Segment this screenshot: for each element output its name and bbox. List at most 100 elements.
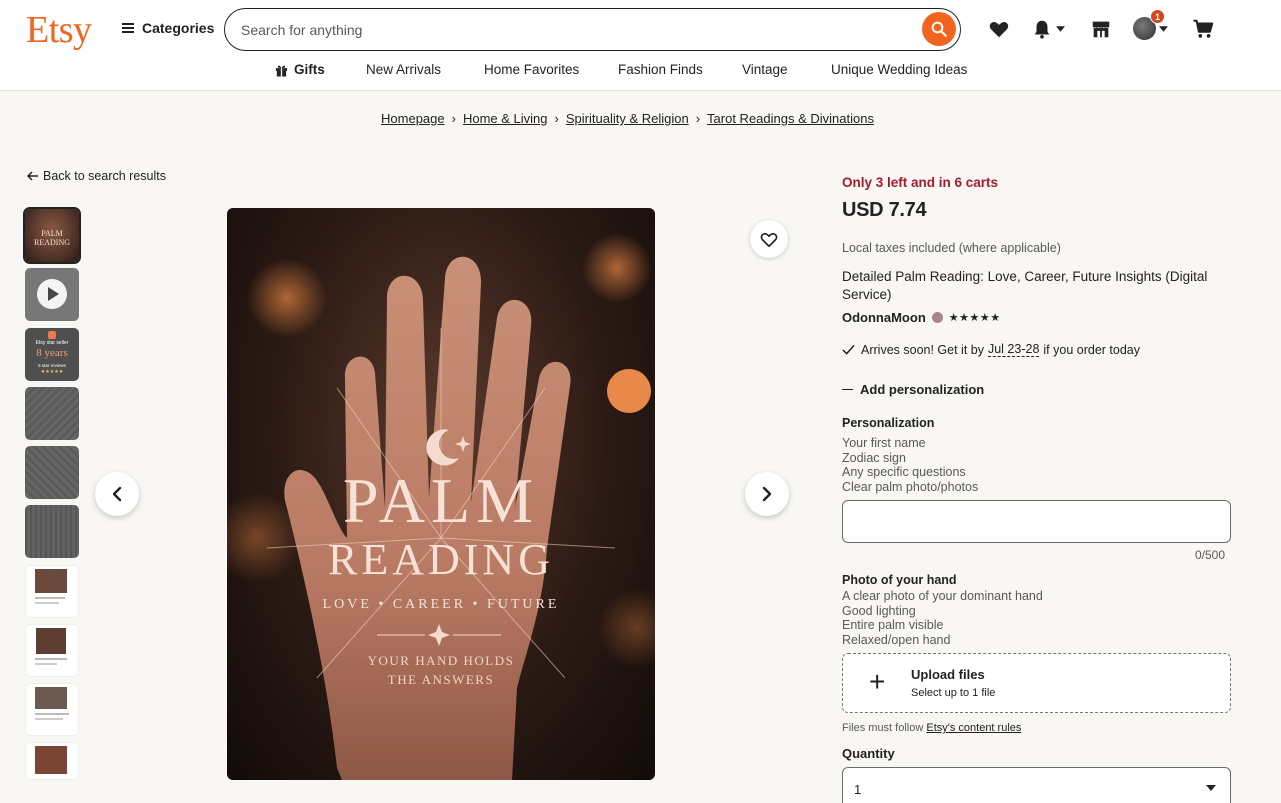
thumbnail-1[interactable]: PALM READING [23, 207, 81, 264]
play-icon [37, 279, 67, 309]
breadcrumb-link[interactable]: Homepage [381, 111, 445, 126]
thumbnail-text: 5 star reviews [38, 363, 66, 368]
files-note: Files must follow Etsy's content rules [842, 722, 1021, 734]
instruction-line: Entire palm visible [842, 618, 944, 632]
instruction-line: Any specific questions [842, 465, 966, 479]
quantity-select[interactable]: 1 [842, 767, 1231, 803]
thumbnail-text: Etsy star seller [35, 340, 69, 346]
thumbnail-icon [48, 331, 56, 339]
nav-item-unique-wedding-ideas[interactable]: Unique Wedding Ideas [831, 62, 967, 77]
minus-icon [842, 388, 853, 391]
chevron-right-icon: › [695, 111, 701, 126]
arrives-suffix: if you order today [1043, 342, 1140, 357]
product-title: Detailed Palm Reading: Love, Career, Fut… [842, 269, 1208, 302]
nav-item-fashion-finds[interactable]: Fashion Finds [618, 62, 703, 77]
nav-item-gifts[interactable]: Gifts [275, 62, 325, 77]
thumbnail-text: 8 years [36, 347, 68, 359]
character-counter: 0/500 [1195, 548, 1226, 562]
thumbnail-2-video[interactable] [25, 268, 79, 321]
shop-name-link[interactable]: OdonnaMoon [842, 310, 926, 325]
upload-title: Upload files [911, 667, 985, 682]
instruction-line: Clear palm photo/photos [842, 479, 979, 494]
search-bar [224, 8, 961, 51]
search-icon [931, 21, 947, 37]
thumbnail-7[interactable] [25, 565, 79, 618]
chevron-down-icon [1206, 785, 1216, 791]
chevron-right-icon: › [451, 111, 456, 126]
menu-icon [122, 23, 134, 33]
gift-icon [275, 65, 288, 76]
notifications-button[interactable] [1031, 18, 1065, 40]
delivery-date[interactable]: Jul 23-28 [987, 342, 1040, 357]
breadcrumb-link[interactable]: Home & Living [463, 111, 548, 126]
rating-stars[interactable]: ★★★★★ [949, 311, 1001, 324]
image-title-line2: READING [328, 535, 554, 584]
thumbnail-5[interactable] [25, 446, 79, 499]
categories-button[interactable]: Categories [122, 20, 214, 36]
thumbnail-3[interactable]: Etsy star seller 8 years 5 star reviews … [25, 328, 79, 381]
thumbnail-4[interactable] [25, 387, 79, 440]
instruction-line: Your first name [842, 436, 926, 450]
thumbnail-6[interactable] [25, 505, 79, 558]
product-main-image: PALM READING LOVE • CAREER • FUTURE YOUR… [227, 208, 655, 780]
nav-item-vintage[interactable]: Vintage [742, 62, 788, 77]
favorites-heart-icon[interactable] [988, 18, 1010, 40]
nav-item-new-arrivals[interactable]: New Arrivals [366, 62, 441, 77]
quantity-value: 1 [854, 782, 862, 797]
breadcrumb-link[interactable]: Tarot Readings & Divinations [707, 111, 874, 126]
breadcrumb: Homepage › Home & Living › Spirituality … [0, 111, 1255, 126]
instruction-line: A clear photo of your dominant hand [842, 589, 1043, 603]
search-button[interactable] [922, 12, 956, 46]
shop-manager-icon[interactable] [1090, 18, 1112, 40]
cart-icon[interactable] [1192, 18, 1215, 40]
quantity-label: Quantity [842, 746, 895, 761]
site-header: Etsy Categories 1 Gifts New Arrivals Hom… [0, 0, 1281, 91]
favorite-item-button[interactable] [750, 220, 788, 258]
chevron-down-icon [1159, 25, 1168, 32]
tax-note: Local taxes included (where applicable) [842, 241, 1061, 255]
previous-image-button[interactable] [95, 472, 139, 516]
category-nav: Gifts New Arrivals Home Favorites Fashio… [0, 62, 1281, 82]
bell-icon [1034, 20, 1050, 39]
photo-instructions: A clear photo of your dominant hand Good… [842, 589, 1043, 647]
instruction-line: Good lighting [842, 603, 916, 618]
nav-item-home-favorites[interactable]: Home Favorites [484, 62, 579, 77]
thumbnail-9[interactable] [25, 683, 79, 736]
image-tagline-2: THE ANSWERS [387, 672, 495, 687]
chevron-right-icon [762, 486, 772, 502]
image-tagline-1: YOUR HAND HOLDS [367, 653, 515, 668]
instruction-line: Relaxed/open hand [842, 632, 951, 647]
search-input[interactable] [241, 19, 881, 41]
add-personalization-toggle[interactable]: Add personalization [842, 382, 984, 397]
star-seller-icon [931, 312, 943, 323]
thumbnail-10[interactable] [25, 742, 79, 780]
product-price: USD 7.74 [842, 199, 927, 221]
nav-item-label: Gifts [294, 62, 325, 77]
upload-files-button[interactable]: + Upload files Select up to 1 file [842, 653, 1231, 713]
shop-info: OdonnaMoon ★★★★★ [842, 310, 1001, 325]
stars-icon: ★★★★★ [40, 369, 64, 375]
upload-subtitle: Select up to 1 file [911, 687, 996, 699]
photo-title: Photo of your hand [842, 573, 957, 587]
chevron-right-icon: › [554, 111, 559, 126]
thumbnail-8[interactable] [25, 624, 79, 677]
checkmark-icon [842, 344, 855, 355]
delivery-estimate: Arrives soon! Get it by Jul 23-28 if you o… [842, 342, 1140, 357]
image-title-line1: PALM [343, 465, 539, 536]
back-to-search-link[interactable]: Back to search results [27, 169, 166, 183]
breadcrumb-link[interactable]: Spirituality & Religion [566, 111, 689, 126]
personalization-textarea[interactable] [842, 500, 1231, 543]
stock-alert: Only 3 left and in 6 carts [842, 175, 999, 190]
next-image-button[interactable] [745, 472, 789, 516]
back-label: Back to search results [43, 169, 166, 183]
heart-outline-icon [760, 232, 778, 247]
etsy-logo[interactable]: Etsy [26, 8, 92, 52]
plus-icon: + [869, 666, 886, 697]
notification-badge: 1 [1150, 9, 1165, 24]
chevron-down-icon [1056, 26, 1065, 32]
thumbnail-text: PALM READING [34, 229, 70, 247]
content-rules-link[interactable]: Etsy's content rules [926, 722, 1021, 734]
arrives-prefix: Arrives soon! Get it by [861, 342, 984, 357]
categories-label: Categories [142, 20, 215, 36]
image-subtitle: LOVE • CAREER • FUTURE [322, 597, 560, 612]
